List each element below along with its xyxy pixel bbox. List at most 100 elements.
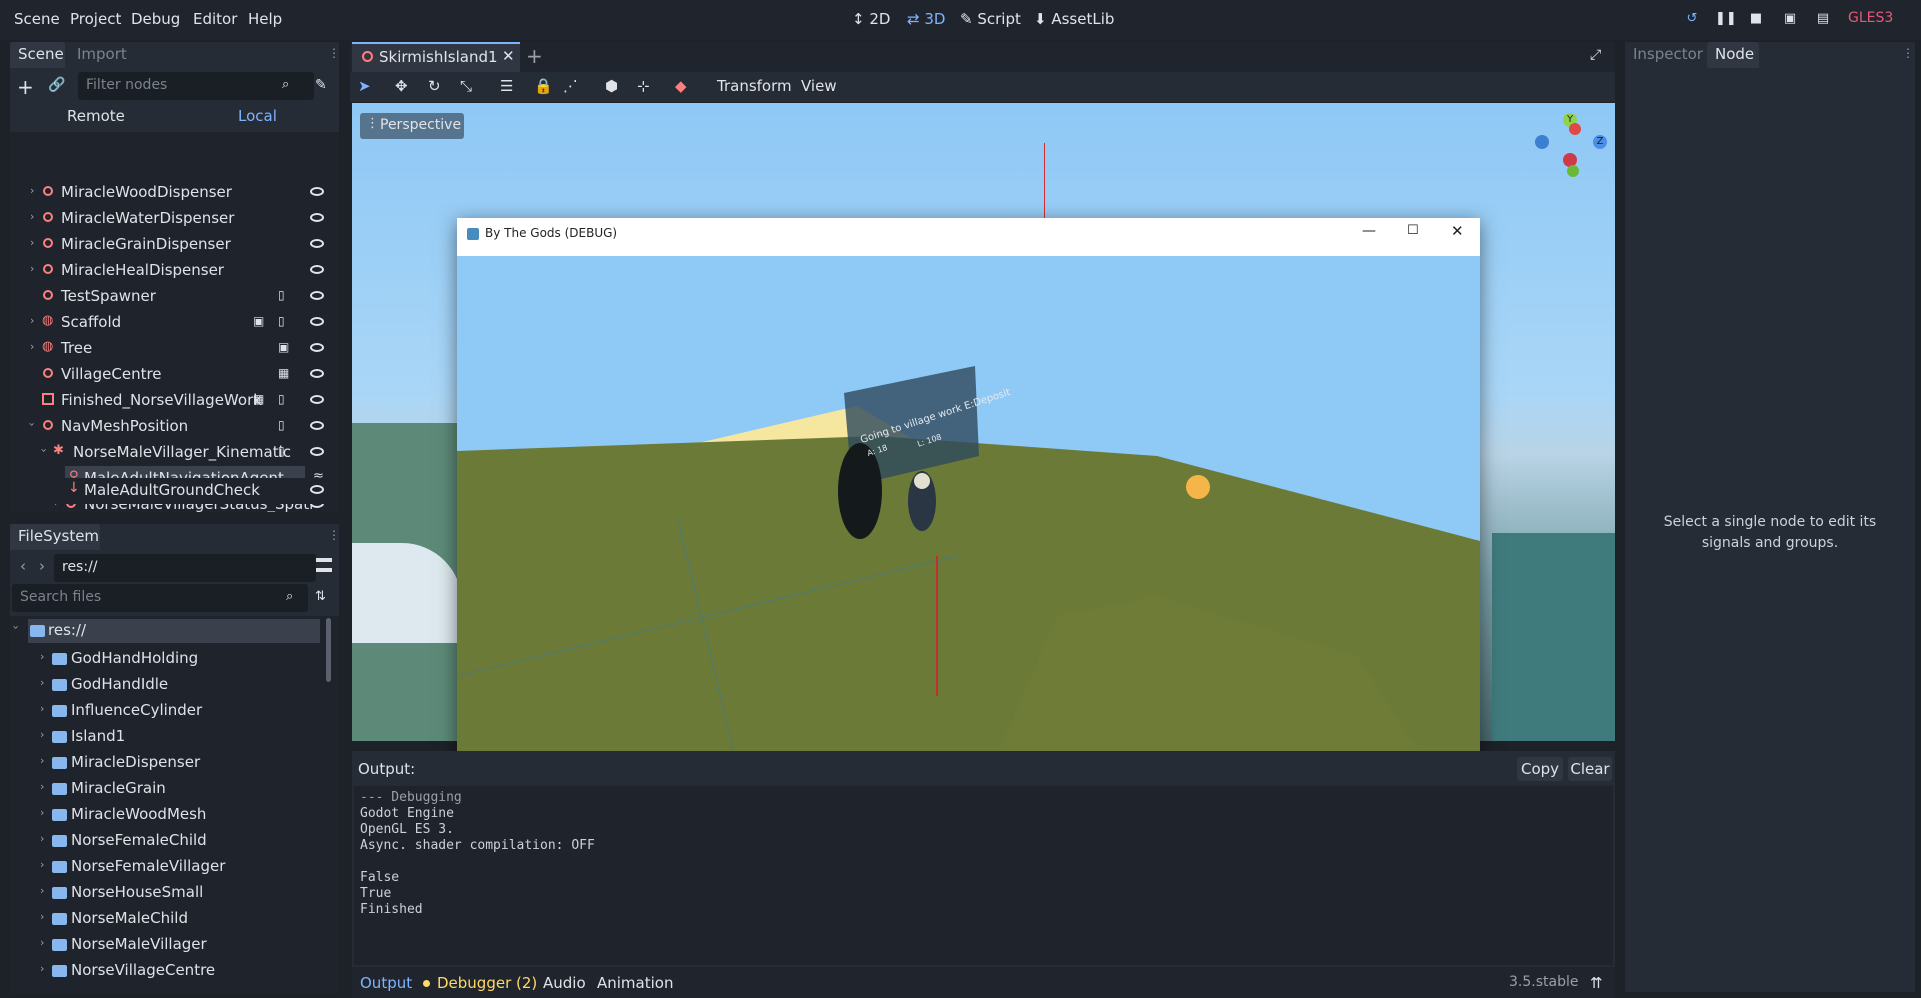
expand-icon[interactable]: ›: [30, 314, 34, 327]
folder-row[interactable]: › NorseMaleChild: [10, 906, 330, 932]
visibility-eye-icon[interactable]: [310, 395, 324, 404]
new-tab-icon[interactable]: +: [526, 44, 543, 68]
local-tab[interactable]: Local: [238, 107, 277, 125]
expand-icon[interactable]: ›: [40, 650, 44, 663]
visibility-eye-icon[interactable]: [310, 369, 324, 378]
collapse-icon[interactable]: ›: [38, 448, 51, 452]
fullscreen-icon[interactable]: ⤢: [1590, 47, 1601, 63]
menu-project[interactable]: Project: [70, 10, 121, 28]
folder-row[interactable]: › NorseFemaleVillager: [10, 854, 330, 880]
tree-row[interactable]: › ✱ NorseMaleVillager_Kinematic ▯: [10, 440, 330, 466]
root-row[interactable]: › res://: [10, 619, 320, 643]
workspace-assetlib-button[interactable]: ⬇ AssetLib: [1034, 10, 1114, 28]
open-scene-icon[interactable]: ▣: [253, 314, 266, 328]
tab-node[interactable]: Node: [1707, 42, 1759, 68]
expand-icon[interactable]: ›: [40, 832, 44, 845]
menu-view[interactable]: View: [801, 77, 837, 95]
filter-nodes-input[interactable]: Filter nodes: [78, 72, 314, 100]
visibility-eye-icon[interactable]: [310, 317, 324, 326]
open-scene-icon[interactable]: ▣: [278, 340, 291, 354]
list-select-icon[interactable]: ☰: [500, 77, 513, 95]
folder-row[interactable]: › InfluenceCylinder: [10, 698, 330, 724]
stop-icon[interactable]: ■: [1747, 10, 1765, 28]
tree-row[interactable]: › MiracleWaterDispenser: [10, 206, 330, 232]
expand-icon[interactable]: ›: [40, 728, 44, 741]
tree-row[interactable]: › NavMeshPosition ▯: [10, 414, 330, 440]
collapse-icon[interactable]: ›: [26, 422, 39, 426]
add-node-icon[interactable]: +: [17, 75, 34, 99]
visibility-eye-icon[interactable]: [310, 213, 324, 222]
split-mode-icon[interactable]: [316, 558, 332, 572]
expand-icon[interactable]: ›: [40, 858, 44, 871]
expand-icon[interactable]: ›: [40, 780, 44, 793]
select-tool-icon[interactable]: ➤: [358, 77, 371, 95]
visibility-eye-icon[interactable]: [310, 239, 324, 248]
search-files-input[interactable]: Search files: [12, 584, 308, 612]
close-icon[interactable]: ✕: [1451, 222, 1464, 240]
visibility-eye-icon[interactable]: [310, 187, 324, 196]
clapper-icon[interactable]: ▦: [278, 366, 291, 380]
folder-row[interactable]: › NorseVillageCentre: [10, 958, 330, 984]
scale-tool-icon[interactable]: ⤡: [460, 77, 472, 95]
script-attach-icon[interactable]: ✎: [315, 77, 327, 93]
tab-inspector[interactable]: Inspector: [1633, 45, 1703, 63]
gizmo-x-handle[interactable]: [1569, 123, 1581, 135]
menu-editor[interactable]: Editor: [193, 10, 237, 28]
gizmo-z-handle[interactable]: Z: [1593, 135, 1607, 149]
copy-button[interactable]: Copy: [1517, 757, 1563, 781]
maximize-icon[interactable]: ☐: [1407, 223, 1419, 238]
folder-row[interactable]: › MiracleDispenser: [10, 750, 330, 776]
expand-icon[interactable]: ›: [40, 676, 44, 689]
tab-audio[interactable]: Audio: [543, 974, 586, 992]
gizmo-neg-y-handle[interactable]: [1567, 165, 1579, 177]
expand-icon[interactable]: ›: [40, 962, 44, 975]
folder-row[interactable]: › GodHandIdle: [10, 672, 330, 698]
renderer-label[interactable]: GLES3: [1848, 10, 1893, 26]
menu-debug[interactable]: Debug: [131, 10, 180, 28]
reload-icon[interactable]: ↺: [1683, 10, 1701, 28]
expand-icon[interactable]: ›: [30, 184, 34, 197]
clapper-icon[interactable]: ▦: [253, 392, 266, 406]
expand-icon[interactable]: ›: [30, 210, 34, 223]
folder-row[interactable]: › NorseMaleVillager: [10, 932, 330, 958]
orientation-gizmo[interactable]: Y Z: [1535, 113, 1612, 188]
close-icon[interactable]: ✕: [502, 47, 515, 65]
folder-row[interactable]: › GodHandHolding: [10, 646, 330, 672]
forward-icon[interactable]: ›: [39, 557, 45, 575]
script-icon[interactable]: ▯: [278, 392, 291, 406]
path-field[interactable]: res://: [54, 554, 316, 582]
script-icon[interactable]: ▯: [278, 288, 291, 302]
tree-row[interactable]: Finished_NorseVillageWork ▦ ▯: [10, 388, 330, 414]
play-custom-scene-icon[interactable]: ▤: [1814, 10, 1832, 28]
lock-icon[interactable]: 🔒: [534, 77, 553, 95]
visibility-eye-icon[interactable]: [310, 485, 324, 494]
tab-scene[interactable]: Scene: [10, 42, 65, 68]
expand-panel-icon[interactable]: ⇈: [1590, 974, 1603, 992]
tree-row[interactable]: VillageCentre ▦: [10, 362, 330, 388]
visibility-eye-icon[interactable]: [310, 447, 324, 456]
gizmo-neg-z-handle[interactable]: [1535, 135, 1549, 149]
play-scene-icon[interactable]: ▣: [1781, 10, 1799, 28]
rotate-tool-icon[interactable]: ↻: [428, 77, 441, 95]
tree-row[interactable]: › MiracleHealDispenser: [10, 258, 330, 284]
expand-icon[interactable]: ›: [40, 910, 44, 923]
expand-icon[interactable]: ›: [40, 884, 44, 897]
move-tool-icon[interactable]: ✥: [395, 77, 408, 95]
tree-row[interactable]: › MiracleGrainDispenser: [10, 232, 330, 258]
expand-icon[interactable]: ›: [40, 754, 44, 767]
expand-icon[interactable]: ›: [40, 702, 44, 715]
folder-row[interactable]: › Island1: [10, 724, 330, 750]
workspace-3d-button[interactable]: ⇄ 3D: [907, 10, 945, 28]
expand-icon[interactable]: ›: [40, 936, 44, 949]
dock-menu-icon[interactable]: ⋮: [1902, 46, 1914, 60]
tab-debugger[interactable]: Debugger (2): [437, 974, 537, 992]
camera-override-icon[interactable]: ◆: [675, 77, 687, 95]
tree-row[interactable]: › ◍ Scaffold ▣ ▯: [10, 310, 330, 336]
expand-icon[interactable]: ›: [40, 806, 44, 819]
visibility-eye-icon[interactable]: [310, 265, 324, 274]
output-log[interactable]: --- Debugging Godot Engine OpenGL ES 3. …: [354, 786, 1613, 965]
clear-button[interactable]: Clear: [1568, 757, 1612, 781]
menu-help[interactable]: Help: [248, 10, 282, 28]
tree-row[interactable]: ↓ MaleAdultGroundCheck: [10, 478, 339, 504]
dock-menu-icon[interactable]: ⋮: [328, 528, 340, 542]
